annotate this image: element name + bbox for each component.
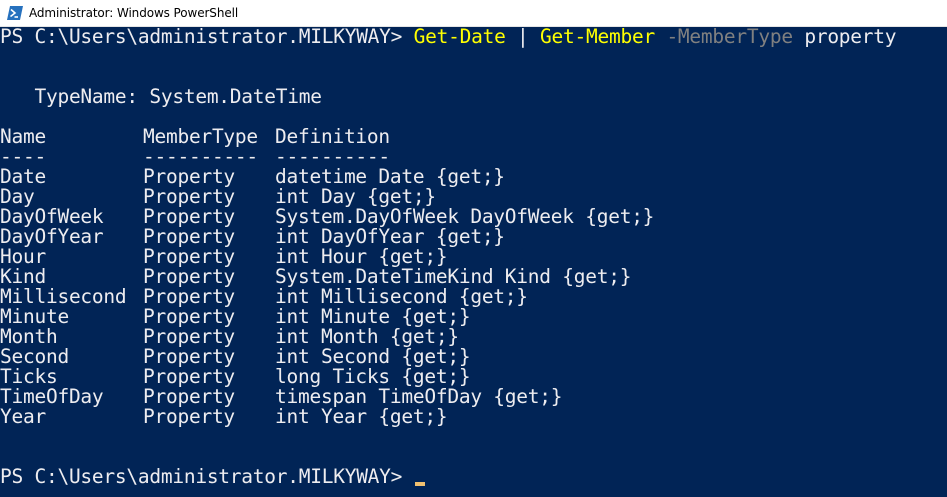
separator-definition: ---------- [275, 145, 390, 168]
row-membertype: Property [143, 385, 235, 408]
prompt: PS C:\Users\administrator.MILKYWAY> [0, 27, 414, 48]
row-membertype: Property [143, 205, 235, 228]
prompt: PS C:\Users\administrator.MILKYWAY> [0, 465, 414, 488]
row-definition: int Day {get;} [275, 185, 436, 208]
row-definition: int Year {get;} [275, 405, 448, 428]
row-membertype: Property [143, 285, 235, 308]
parameter-membertype: -MemberType [654, 27, 793, 48]
table-row: Kind Property System.DateTimeKind Kind {ge… [0, 267, 631, 287]
row-definition: int Month {get;} [275, 325, 459, 348]
row-membertype: Property [143, 325, 235, 348]
row-membertype: Property [143, 225, 235, 248]
window-title: Administrator: Windows PowerShell [29, 6, 239, 20]
row-definition: int Minute {get;} [275, 305, 471, 328]
row-membertype: Property [143, 265, 235, 288]
row-membertype: Property [143, 185, 235, 208]
table-row: Millisecond Property int Millisecond {get;… [0, 287, 528, 307]
table-row: DayOfYear Property int DayOfYear {get;} [0, 227, 505, 247]
console-area[interactable]: PS C:\Users\administrator.MILKYWAY> Get-… [0, 27, 947, 497]
table-row: Date Property datetime Date {get;} [0, 167, 505, 187]
command-line: PS C:\Users\administrator.MILKYWAY> Get-… [0, 27, 897, 48]
text-cursor [414, 482, 425, 486]
row-membertype: Property [143, 365, 235, 388]
powershell-window: Administrator: Windows PowerShell PS C:\… [0, 0, 947, 497]
powershell-icon [7, 6, 23, 20]
row-definition: int Millisecond {get;} [275, 285, 528, 308]
header-membertype: MemberType [143, 125, 258, 148]
pipe-operator: | [505, 27, 541, 48]
separator-membertype: ---------- [143, 145, 258, 168]
typename-line: TypeName: System.DateTime [0, 85, 322, 108]
table-separator: ---- ---------- ---------- [0, 147, 390, 167]
table-row: Year Property int Year {get;} [0, 405, 448, 428]
row-membertype: Property [143, 165, 235, 188]
row-definition: System.DayOfWeek DayOfWeek {get;} [275, 205, 655, 228]
table-row: Day Property int Day {get;} [0, 187, 436, 207]
row-definition: timespan TimeOfDay {get;} [275, 385, 563, 408]
row-definition: System.DateTimeKind Kind {get;} [275, 265, 632, 288]
header-definition: Definition [275, 125, 390, 148]
row-membertype: Property [143, 245, 235, 268]
title-bar[interactable]: Administrator: Windows PowerShell [0, 0, 947, 27]
table-row: Ticks Property long Ticks {get;} [0, 367, 471, 387]
input-line[interactable]: PS C:\Users\administrator.MILKYWAY> [0, 467, 425, 487]
table-row: DayOfWeek Property System.DayOfWeek DayOfW… [0, 207, 654, 227]
table-row: Minute Property int Minute {get;} [0, 307, 471, 327]
row-membertype: Property [143, 345, 235, 368]
table-row: Hour Property int Hour {get;} [0, 247, 448, 267]
row-definition: int Hour {get;} [275, 245, 448, 268]
argument-property: property [792, 27, 897, 48]
row-membertype: Property [143, 405, 235, 428]
table-header: Name MemberType Definition [0, 127, 390, 147]
table-row: Month Property int Month {get;} [0, 327, 459, 347]
cmdlet-get-member: Get-Member [540, 27, 655, 48]
cmdlet-get-date: Get-Date [413, 27, 506, 48]
row-definition: int DayOfYear {get;} [275, 225, 505, 248]
table-row: TimeOfDay Property timespan TimeOfDay {get… [0, 387, 563, 407]
row-name: Year [0, 405, 46, 428]
row-definition: long Ticks {get;} [275, 365, 471, 388]
table-row: Second Property int Second {get;} [0, 347, 471, 367]
row-definition: datetime Date {get;} [275, 165, 505, 188]
row-membertype: Property [143, 305, 235, 328]
row-definition: int Second {get;} [275, 345, 471, 368]
